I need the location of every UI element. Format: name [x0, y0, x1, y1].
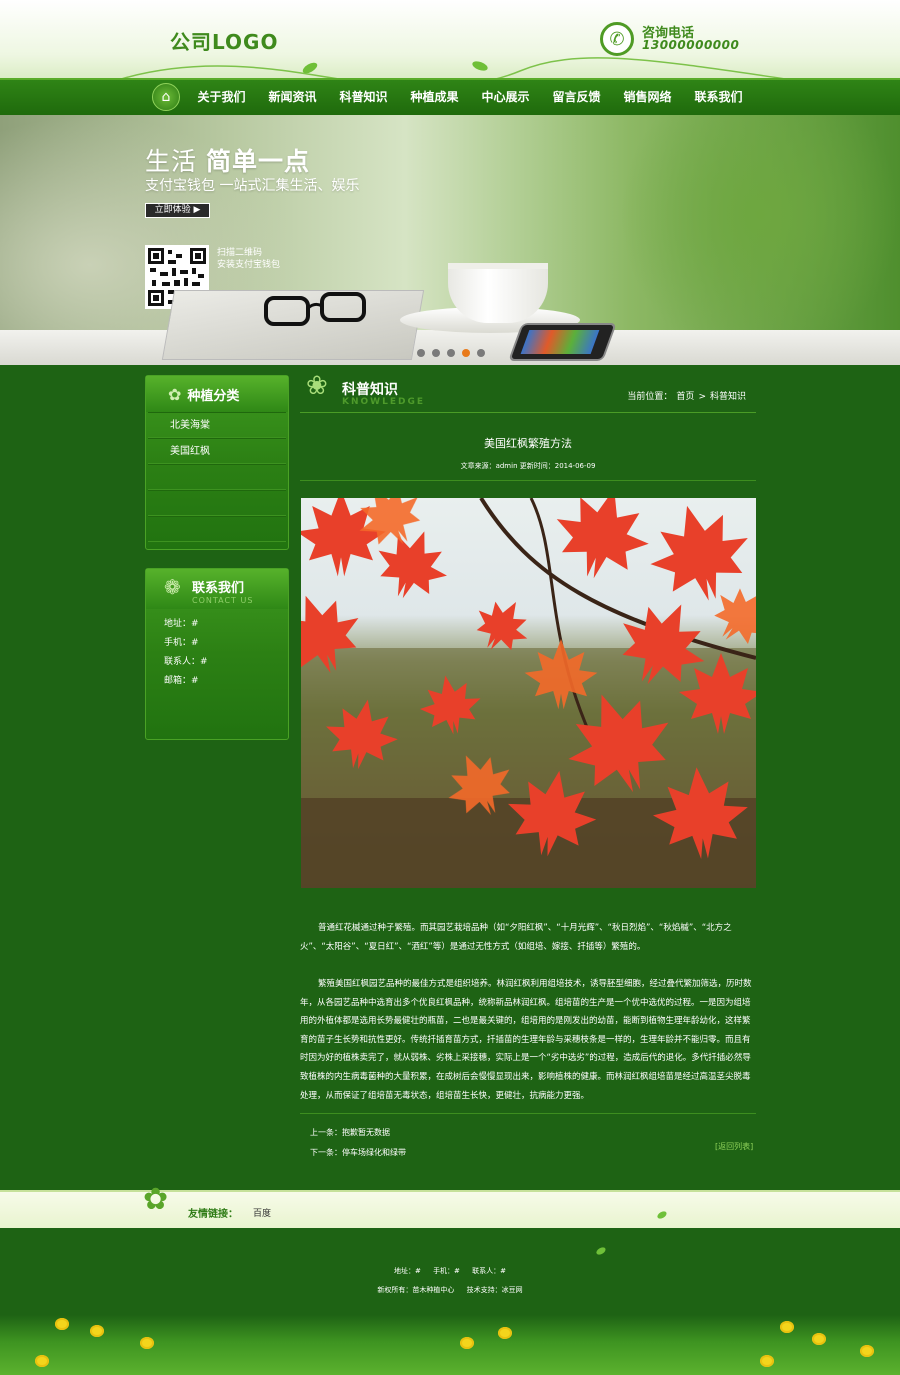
category-panel-title: 种植分类 [187, 388, 240, 404]
nav-item-sales[interactable]: 销售网络 [612, 80, 683, 115]
smartphone-screen [520, 330, 600, 354]
breadcrumb-current[interactable]: 科普知识 [710, 392, 746, 402]
article-title: 美国红枫繁殖方法 [484, 437, 572, 450]
leaf-icon: ✿ [143, 1182, 169, 1217]
phone-icon: ✆ [600, 22, 634, 56]
category-panel: ✿ 种植分类 北美海棠 美国红枫 [145, 375, 289, 550]
breadcrumb-separator: > [698, 392, 706, 402]
footer-address: 地址：# [393, 1267, 421, 1275]
leaf-icon: ✿ [168, 384, 182, 404]
home-icon[interactable]: ⌂ [152, 83, 180, 111]
content-header: ❀ 科普知识 KNOWLEDGE 当前位置： 首页 > 科普知识 [300, 367, 756, 413]
try-now-button[interactable]: 立即体验 ▶ [145, 203, 210, 218]
phone-number: 13000000000 [642, 38, 740, 52]
flower-decoration [460, 1337, 474, 1349]
friend-links-bar: ✿ 友情链接： 百度 [0, 1182, 900, 1228]
contact-panel: ❁ 联系我们 CONTACT US 地址：# 手机：# 联系人：# 邮箱：# [145, 568, 289, 740]
flower-decoration [498, 1327, 512, 1339]
falling-leaf-decoration [595, 1245, 607, 1257]
category-item[interactable]: 美国红枫 [148, 438, 286, 464]
footer-copyright-text: 新权所有：苗木种植中心 [377, 1286, 455, 1294]
footer-support: 技术支持：冰豆网 [466, 1286, 523, 1294]
banner-title-b: 简单一点 [205, 147, 310, 176]
coffee-cup-image [448, 263, 548, 323]
divider [300, 1113, 756, 1114]
article-meta: 文章来源：admin 更新时间：2014-06-09 [460, 462, 596, 470]
try-now-label: 立即体验 [154, 205, 191, 215]
nav-items: 关于我们 新闻资讯 科普知识 种植成果 中心展示 留言反馈 销售网络 联系我们 [186, 80, 754, 115]
qr-caption: 安装支付宝钱包 [217, 260, 281, 270]
divider [300, 480, 756, 481]
main-nav: ⌂ 关于我们 新闻资讯 科普知识 种植成果 中心展示 留言反馈 销售网络 联系我… [0, 78, 900, 115]
nav-item-showcase[interactable]: 中心展示 [470, 80, 541, 115]
footer-contact-person: 联系人：# [472, 1267, 507, 1275]
breadcrumb-home[interactable]: 首页 [676, 392, 694, 402]
article-photo [301, 498, 756, 888]
contact-address: 地址：# [164, 619, 199, 629]
contact-person: 联系人：# [164, 657, 208, 667]
plant-icon: ❀ [306, 371, 328, 401]
swirl-icon: ❁ [164, 575, 181, 599]
flower-decoration [55, 1318, 69, 1330]
category-empty-row [148, 464, 286, 490]
flower-decoration [780, 1321, 794, 1333]
friend-link[interactable]: 百度 [253, 1206, 271, 1219]
slider-dots [417, 349, 485, 357]
nav-item-contact[interactable]: 联系我们 [683, 80, 754, 115]
article-paragraph: 普通红花槭通过种子繁殖。而其园艺栽培品种（如“夕阳红枫”、“十月光辉”、“秋日烈… [300, 923, 732, 952]
slider-dot[interactable] [477, 349, 485, 357]
section-subtitle: KNOWLEDGE [342, 397, 425, 407]
prev-article-link[interactable]: 上一条：抱歉暂无数据 [310, 1127, 390, 1138]
nav-item-news[interactable]: 新闻资讯 [257, 80, 328, 115]
back-to-list-link[interactable]: [返回列表] [715, 1141, 753, 1152]
footer-mobile: 手机：# [433, 1267, 460, 1275]
category-item[interactable]: 北美海棠 [148, 412, 286, 438]
nav-item-knowledge[interactable]: 科普知识 [328, 80, 399, 115]
breadcrumb: 当前位置： 首页 > 科普知识 [625, 389, 748, 402]
footer-copyright: 新权所有：苗木种植中心 技术支持：冰豆网 [0, 1285, 900, 1295]
article-paragraph: 繁殖美国红枫园艺品种的最佳方式是组织培养。林润红枫利用组培技术，诱导胚型细胞，经… [300, 979, 752, 1101]
nav-item-about[interactable]: 关于我们 [186, 80, 257, 115]
site-header: 公司LOGO ✆ 咨询电话 13000000000 [0, 0, 900, 92]
flower-decoration [812, 1333, 826, 1345]
slider-dot[interactable] [417, 349, 425, 357]
contact-mobile: 手机：# [164, 638, 199, 648]
contact-panel-title: 联系我们 [192, 581, 245, 596]
flower-decoration [760, 1355, 774, 1367]
flower-decoration [90, 1325, 104, 1337]
nav-item-feedback[interactable]: 留言反馈 [541, 80, 612, 115]
contact-panel-subtitle: CONTACT US [192, 596, 254, 605]
banner-title: 生活 简单一点 [145, 142, 310, 178]
section-title: 科普知识 [342, 382, 398, 398]
banner-subtitle: 支付宝钱包 一站式汇集生活、娱乐 [145, 178, 360, 194]
slider-dot[interactable] [432, 349, 440, 357]
banner-title-a: 生活 [145, 147, 198, 176]
banner-table [0, 330, 900, 365]
banner-bokeh [620, 115, 900, 365]
category-panel-header: ✿ 种植分类 [146, 376, 288, 412]
hero-banner[interactable]: 生活 简单一点 支付宝钱包 一站式汇集生活、娱乐 立即体验 ▶ 扫描二维码 安装… [0, 115, 900, 365]
contact-panel-header: ❁ 联系我们 CONTACT US [146, 569, 288, 609]
category-empty-row [148, 516, 286, 542]
slider-dot-active[interactable] [462, 349, 470, 357]
flower-decoration [35, 1355, 49, 1367]
flower-decoration [140, 1337, 154, 1349]
site-logo[interactable]: 公司LOGO [170, 26, 278, 55]
flower-decoration [860, 1345, 874, 1357]
slider-dot[interactable] [447, 349, 455, 357]
red-maple-leaves-image [301, 498, 756, 888]
contact-email: 邮箱：# [164, 676, 199, 686]
breadcrumb-label: 当前位置： [627, 392, 673, 402]
smartphone-image [508, 323, 617, 361]
footer-contact: 地址：# 手机：# 联系人：# [0, 1266, 900, 1276]
glasses-image [264, 292, 366, 326]
friend-links-label: 友情链接： [188, 1209, 238, 1220]
nav-item-results[interactable]: 种植成果 [399, 80, 470, 115]
next-article-link[interactable]: 下一条：停车场绿化和绿带 [310, 1147, 406, 1158]
grass-decoration [0, 1315, 900, 1375]
category-empty-row [148, 490, 286, 516]
